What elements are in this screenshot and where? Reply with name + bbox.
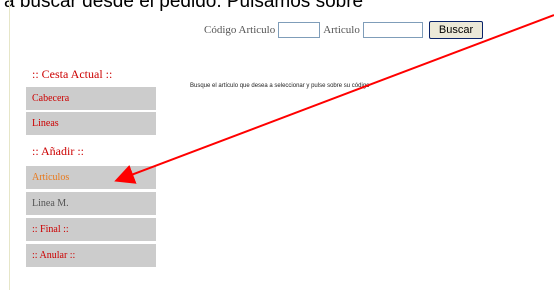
annotation-arrow bbox=[114, 14, 554, 184]
